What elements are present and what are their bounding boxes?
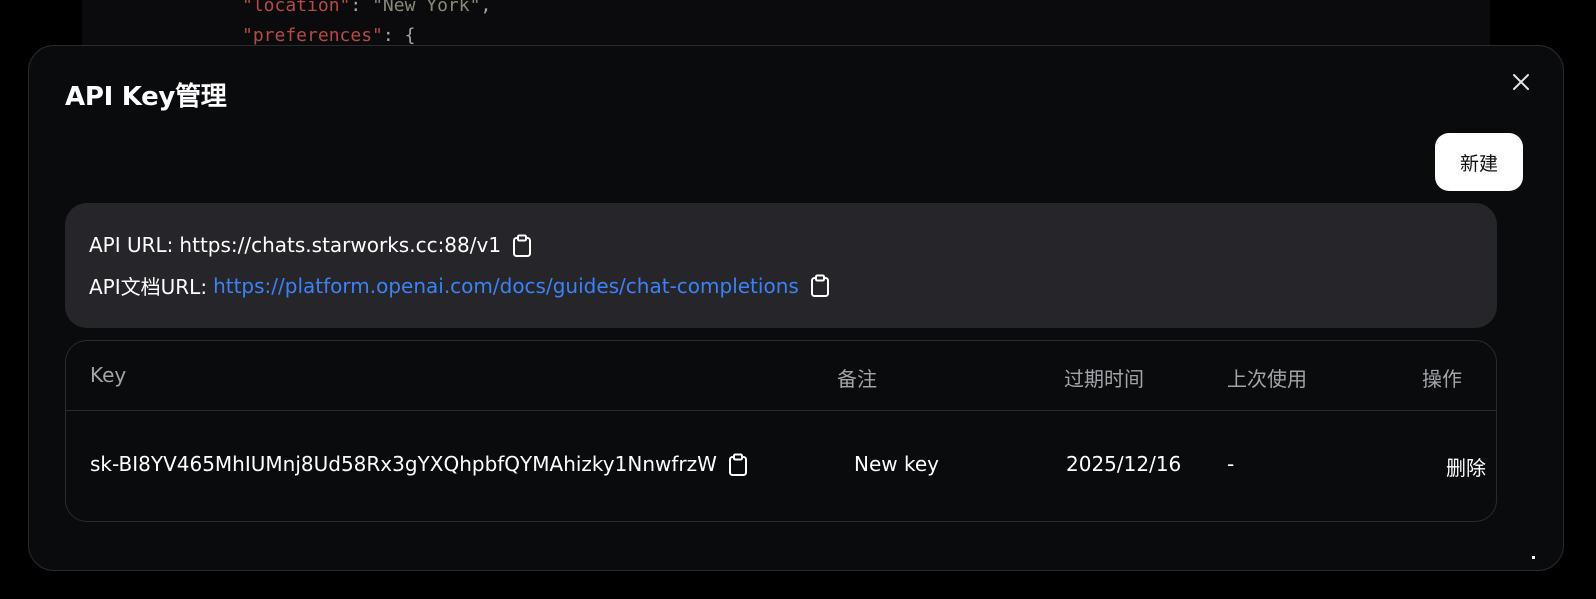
api-key-table: Key 备注 过期时间 上次使用 操作 sk-BI8YV465MhIUMnj8U… [65, 340, 1497, 522]
api-url-row: API URL: https://chats.starworks.cc:88/v… [89, 233, 533, 257]
api-url-value: https://chats.starworks.cc:88/v1 [179, 233, 502, 257]
key-cell: sk-BI8YV465MhIUMnj8Ud58Rx3gYXQhpbfQYMAhi… [90, 452, 749, 476]
code-separator: : [350, 0, 373, 16]
column-header-key: Key [90, 363, 127, 387]
new-key-button[interactable]: 新建 [1435, 133, 1523, 191]
code-line: "location": "New York", [242, 0, 491, 21]
corner-dot [1532, 556, 1535, 559]
code-punctuation: , [480, 0, 492, 16]
close-button[interactable] [1507, 68, 1535, 96]
delete-button[interactable]: 删除 [1446, 452, 1486, 481]
doc-url-row: API文档URL: https://platform.openai.com/do… [89, 271, 831, 300]
doc-url-label: API文档URL: [89, 275, 208, 299]
modal-title: API Key管理 [65, 82, 227, 112]
close-icon [1513, 74, 1529, 90]
column-header-expires: 过期时间 [1064, 367, 1144, 391]
api-key-modal: API Key管理 新建 API URL: https://chats.star… [28, 45, 1564, 571]
code-separator: : [382, 25, 405, 46]
api-key-value: sk-BI8YV465MhIUMnj8Ud58Rx3gYXQhpbfQYMAhi… [90, 452, 717, 476]
last-used-cell: - [1227, 452, 1235, 476]
expires-cell: 2025/12/16 [1066, 452, 1182, 476]
code-key: "preferences" [242, 25, 383, 46]
code-value: "New York" [372, 0, 481, 16]
clipboard-icon[interactable] [511, 233, 533, 257]
clipboard-icon[interactable] [809, 274, 831, 298]
column-header-last-used: 上次使用 [1227, 367, 1307, 391]
clipboard-icon[interactable] [727, 452, 749, 476]
code-punctuation: { [404, 25, 416, 46]
column-header-action: 操作 [1422, 367, 1462, 391]
api-url-label: API URL: [89, 233, 174, 257]
column-header-note: 备注 [837, 367, 877, 391]
code-key: "location" [242, 0, 351, 16]
table-header: Key 备注 过期时间 上次使用 操作 [66, 341, 1496, 411]
doc-url-link[interactable]: https://platform.openai.com/docs/guides/… [213, 274, 799, 298]
api-info-panel: API URL: https://chats.starworks.cc:88/v… [65, 203, 1497, 328]
note-cell: New key [854, 452, 939, 476]
